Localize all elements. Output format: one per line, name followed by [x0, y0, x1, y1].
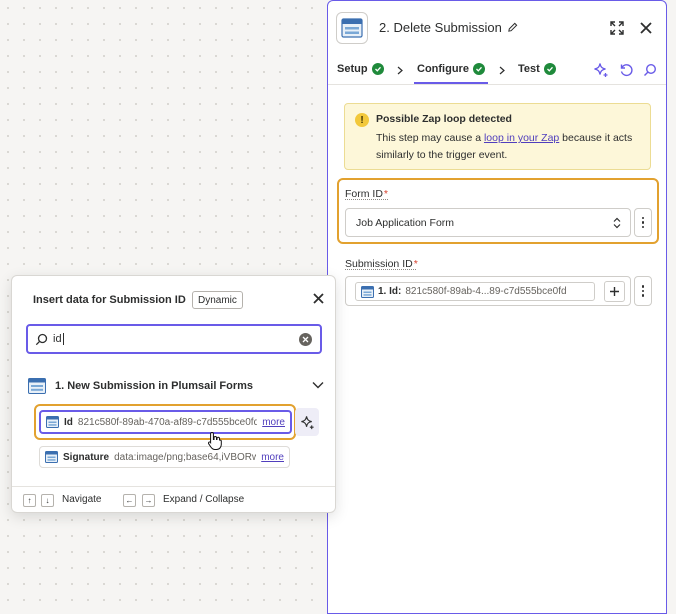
pill-label: 1. Id: [378, 286, 402, 297]
tab-configure[interactable]: Configure [414, 63, 488, 84]
panel-title-text: 2. Delete Submission [379, 20, 502, 35]
refresh-icon[interactable] [616, 60, 636, 80]
panel-header: 2. Delete Submission [328, 1, 666, 55]
key-down: ↓ [41, 494, 54, 507]
tab-setup[interactable]: Setup [337, 63, 384, 75]
clear-search-icon[interactable] [299, 333, 312, 346]
chevron-down-icon[interactable] [312, 381, 324, 389]
data-row-signature[interactable]: Signature data:image/png;base64,iVBORw0K… [39, 446, 290, 468]
group-title: 1. New Submission in Plumsail Forms [55, 380, 254, 392]
warning-text: This step may cause a loop in your Zap b… [376, 130, 648, 164]
loop-in-zap-link[interactable]: loop in your Zap [484, 132, 559, 144]
plus-icon [610, 287, 619, 296]
check-icon [472, 63, 485, 75]
pill-value: 821c580f-89ab-4...89-c7d555bce0fd [405, 286, 567, 297]
warning-icon: ! [355, 113, 369, 127]
required-mark: * [413, 258, 418, 270]
plumsail-forms-app-icon [28, 378, 46, 394]
warning-title: Possible Zap loop detected [376, 113, 512, 125]
close-popover-icon[interactable] [308, 288, 328, 308]
check-icon [543, 63, 556, 75]
hand-cursor-icon [207, 431, 222, 450]
search-icon [35, 333, 48, 346]
submission-id-label-text: Submission ID [345, 258, 413, 270]
form-id-select[interactable]: Job Application Form [345, 208, 631, 237]
popover-title: Insert data for Submission ID [33, 294, 186, 306]
mapped-data-pill[interactable]: 1. Id: 821c580f-89ab-4...89-c7d555bce0fd [355, 282, 595, 301]
tab-setup-label: Setup [337, 63, 368, 75]
search-value-text: id [53, 333, 62, 345]
step-panel: 2. Delete Submission Setup Configure Tes… [327, 0, 667, 614]
tab-test[interactable]: Test [518, 63, 556, 75]
chevron-right-icon [499, 66, 505, 75]
form-id-more-icon[interactable] [634, 208, 652, 237]
add-data-button[interactable] [604, 281, 625, 302]
key-left: ← [123, 494, 136, 507]
warning-text-before: This step may cause a [376, 132, 484, 144]
select-arrows-icon [613, 217, 621, 229]
popover-footer: ↑ ↓ Navigate ← → Expand / Collapse [12, 486, 335, 512]
plumsail-forms-app-icon [45, 451, 58, 463]
more-link[interactable]: more [262, 417, 285, 428]
key-up: ↑ [23, 494, 36, 507]
tab-configure-label: Configure [417, 63, 469, 75]
ai-sparkle-button[interactable] [295, 408, 319, 436]
panel-title[interactable]: 2. Delete Submission [379, 20, 518, 35]
row-label: Id [64, 416, 73, 428]
form-id-label-text: Form ID [345, 188, 383, 200]
check-icon [371, 63, 384, 75]
dynamic-badge: Dynamic [192, 291, 243, 309]
form-id-value: Job Application Form [356, 217, 455, 229]
plumsail-forms-app-icon [336, 12, 368, 44]
submission-id-more-icon[interactable] [634, 276, 652, 306]
row-value: data:image/png;base64,iVBORw0KGgo [114, 451, 256, 463]
search-value: id [53, 333, 64, 346]
chevron-right-icon [397, 66, 403, 75]
submission-id-field[interactable]: 1. Id: 821c580f-89ab-4...89-c7d555bce0fd [345, 276, 631, 306]
row-value: 821c580f-89ab-470a-af89-c7d555bce0fd [77, 416, 258, 428]
trigger-step-group[interactable]: 1. New Submission in Plumsail Forms [28, 377, 324, 397]
step-tabs: Setup Configure Test [328, 55, 666, 85]
ai-sparkle-icon[interactable] [591, 60, 611, 80]
data-row-id[interactable]: Id 821c580f-89ab-470a-af89-c7d555bce0fd … [39, 410, 292, 434]
more-link[interactable]: more [261, 452, 284, 463]
form-id-label: Form ID* [345, 188, 388, 200]
plumsail-forms-app-icon [361, 285, 374, 298]
required-mark: * [383, 188, 389, 200]
submission-id-label: Submission ID* [345, 258, 418, 270]
tab-test-label: Test [518, 63, 540, 75]
navigate-label: Navigate [62, 494, 102, 505]
expand-icon[interactable] [607, 18, 627, 38]
pencil-icon[interactable] [507, 22, 518, 33]
sparkle-icon [300, 415, 314, 429]
close-panel-icon[interactable] [636, 18, 656, 38]
plumsail-forms-app-icon [46, 416, 59, 428]
search-icon[interactable] [640, 60, 660, 80]
zap-loop-warning: ! Possible Zap loop detected This step m… [344, 103, 651, 170]
insert-data-popover: Insert data for Submission ID Dynamic id… [11, 275, 336, 513]
expand-collapse-label: Expand / Collapse [163, 494, 245, 505]
row-label: Signature [63, 451, 110, 463]
data-search-input[interactable]: id [26, 324, 322, 354]
key-right: → [142, 494, 155, 507]
